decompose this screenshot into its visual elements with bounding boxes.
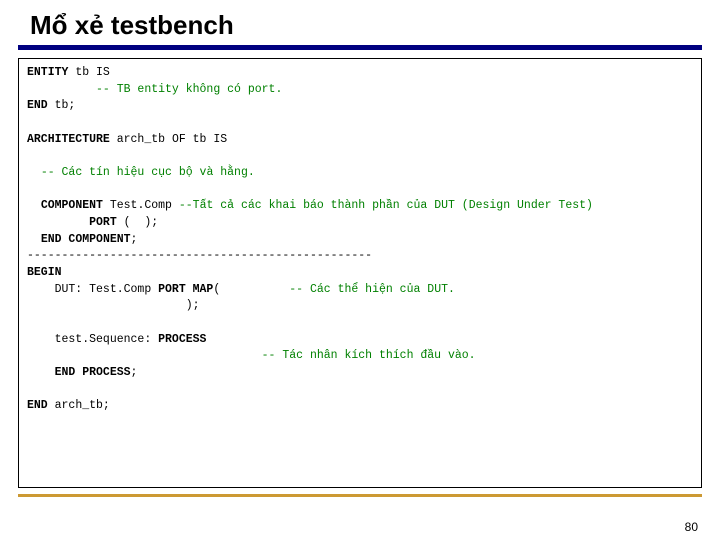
kw-end: END bbox=[27, 399, 48, 412]
code-text: ; bbox=[131, 366, 138, 379]
code-text: ; bbox=[131, 233, 138, 246]
page-number: 80 bbox=[685, 520, 698, 534]
footer-divider bbox=[18, 494, 702, 497]
code-text: DUT: Test.Comp bbox=[27, 283, 158, 296]
kw-endprocess: END PROCESS bbox=[55, 366, 131, 379]
kw-process: PROCESS bbox=[158, 333, 206, 346]
comment: --Tất cả các khai báo thành phần của DUT… bbox=[179, 199, 593, 212]
code-text: ( ); bbox=[117, 216, 158, 229]
kw-component: COMPONENT bbox=[41, 199, 103, 212]
code-text: arch_tb; bbox=[48, 399, 110, 412]
comment: -- Các thể hiện của DUT. bbox=[289, 283, 455, 296]
kw-portmap: PORT MAP bbox=[158, 283, 213, 296]
kw-architecture: ARCHITECTURE bbox=[27, 133, 110, 146]
code-text: tb; bbox=[48, 99, 76, 112]
kw-end: END bbox=[41, 233, 62, 246]
code-text: arch_tb OF tb IS bbox=[110, 133, 227, 146]
kw-entity: ENTITY bbox=[27, 66, 68, 79]
code-text: Test.Comp bbox=[103, 199, 179, 212]
code-text: ( bbox=[213, 283, 289, 296]
code-block: ENTITY tb IS -- TB entity không có port.… bbox=[18, 58, 702, 488]
kw-end: END bbox=[27, 99, 48, 112]
kw-component: COMPONENT bbox=[62, 233, 131, 246]
slide-title: Mổ xẻ testbench bbox=[30, 10, 702, 41]
comment: -- Các tín hiệu cục bộ và hằng. bbox=[41, 166, 255, 179]
code-text: test.Sequence: bbox=[27, 333, 158, 346]
code-text: ); bbox=[27, 299, 200, 312]
title-divider bbox=[18, 45, 702, 50]
kw-begin: BEGIN bbox=[27, 266, 62, 279]
comment: -- Tác nhân kích thích đầu vào. bbox=[262, 349, 476, 362]
kw-port: PORT bbox=[89, 216, 117, 229]
code-divider: ----------------------------------------… bbox=[27, 249, 372, 262]
comment: -- TB entity không có port. bbox=[96, 83, 282, 96]
code-text: tb IS bbox=[68, 66, 109, 79]
